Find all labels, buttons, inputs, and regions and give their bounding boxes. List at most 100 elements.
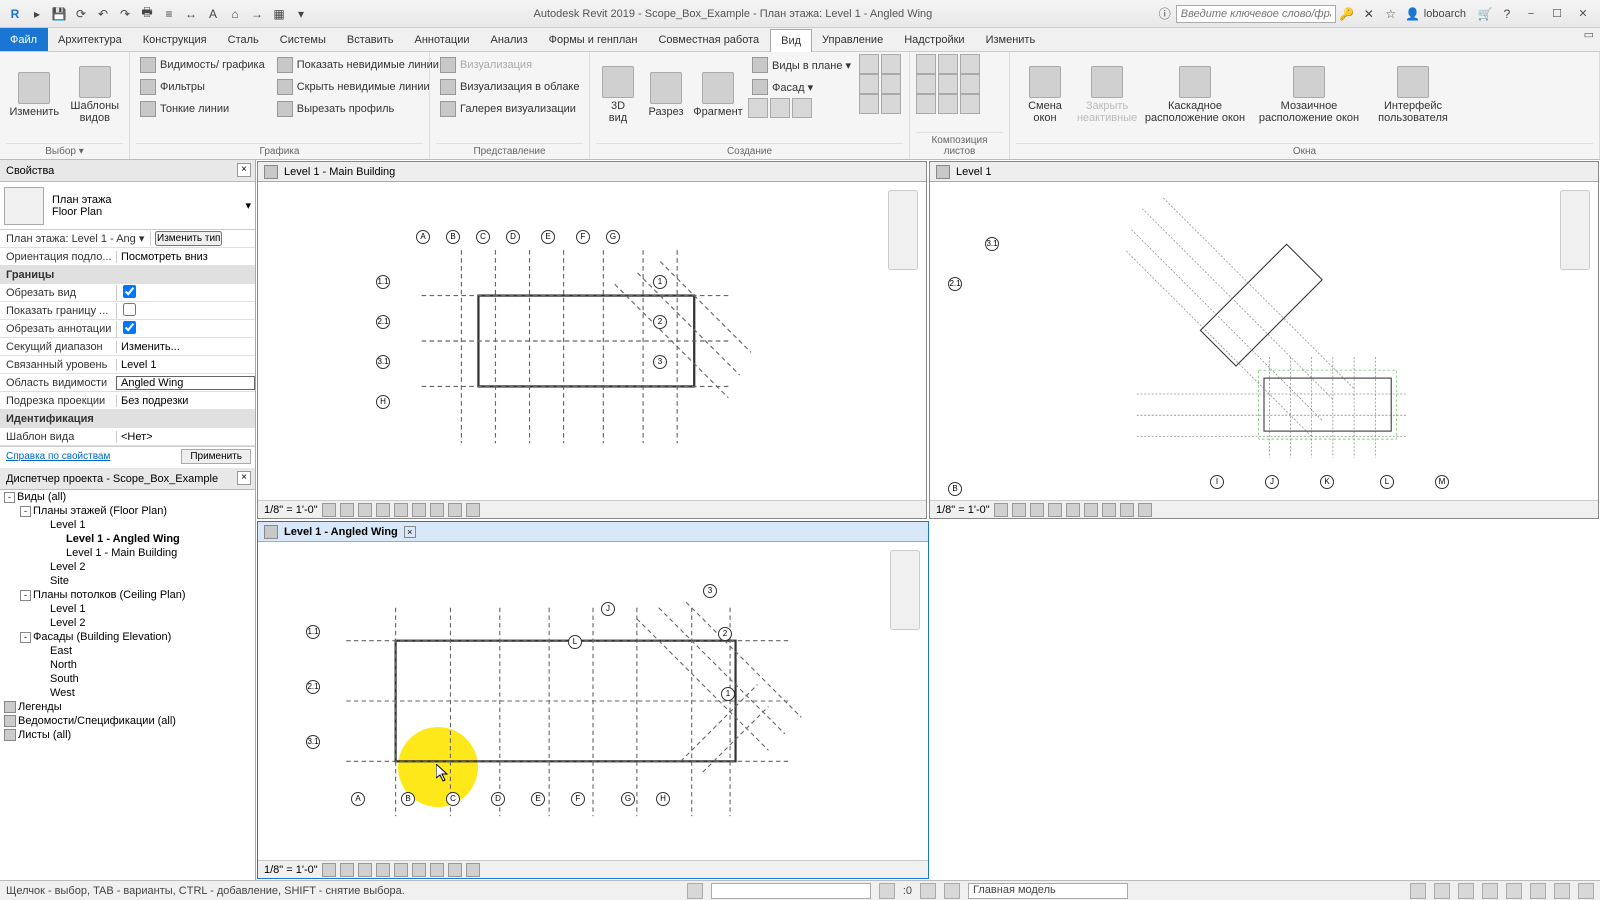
more-icon[interactable]: ▾: [292, 5, 310, 23]
vc1[interactable]: [322, 503, 336, 517]
prop-row[interactable]: Показать границу ...: [0, 302, 255, 320]
search-input[interactable]: [1176, 5, 1336, 23]
modify-button[interactable]: Изменить: [6, 54, 63, 136]
apply-button[interactable]: Применить: [181, 449, 251, 464]
vc6[interactable]: [1084, 503, 1098, 517]
sb-r2[interactable]: [1434, 883, 1450, 899]
sb-r3[interactable]: [1458, 883, 1474, 899]
tab-manage[interactable]: Управление: [812, 28, 894, 51]
tree-item[interactable]: Level 1: [0, 518, 255, 532]
canvas-level1[interactable]: 3.1 2.1 3 2 1 C D E F G H I J K L M B: [930, 182, 1598, 500]
props-close-icon[interactable]: ×: [237, 163, 251, 177]
expand-icon[interactable]: -: [20, 590, 31, 601]
vc1[interactable]: [322, 863, 336, 877]
sb-ico3[interactable]: [920, 883, 936, 899]
minimize-button[interactable]: −: [1518, 5, 1544, 23]
render-button[interactable]: Визуализация: [436, 54, 584, 76]
scale-label[interactable]: 1/8" = 1'-0": [936, 504, 990, 516]
ico-e[interactable]: [881, 54, 901, 74]
ico-i[interactable]: [881, 94, 901, 114]
prop-checkbox[interactable]: [123, 285, 136, 298]
ico-f[interactable]: [859, 74, 879, 94]
sb-ico2[interactable]: [879, 883, 895, 899]
tree-item[interactable]: Легенды: [0, 700, 255, 714]
ico-a[interactable]: [748, 98, 768, 118]
user-name[interactable]: loboarch: [1424, 8, 1466, 20]
undo-icon[interactable]: ↶: [94, 5, 112, 23]
vc5[interactable]: [394, 503, 408, 517]
vc6[interactable]: [412, 503, 426, 517]
ico-b[interactable]: [770, 98, 790, 118]
tree-item[interactable]: -Фасады (Building Elevation): [0, 630, 255, 644]
vc9[interactable]: [1138, 503, 1152, 517]
elevation-button[interactable]: Фасад ▾: [748, 76, 855, 98]
ico-l[interactable]: [960, 54, 980, 74]
thin-lines-button[interactable]: Тонкие линии: [136, 98, 269, 120]
ico-o[interactable]: [960, 74, 980, 94]
vc7[interactable]: [430, 863, 444, 877]
render-gallery-button[interactable]: Галерея визуализации: [436, 98, 584, 120]
prop-row[interactable]: Обрезать аннотации: [0, 320, 255, 338]
show-hidden-button[interactable]: Показать невидимые линии: [273, 54, 443, 76]
scale-label[interactable]: 1/8" = 1'-0": [264, 864, 318, 876]
ribbon-collapse-icon[interactable]: ▭: [1578, 28, 1600, 51]
close-inactive-button[interactable]: Закрыть неактивные: [1078, 54, 1136, 136]
prop-checkbox[interactable]: [123, 321, 136, 334]
tree-item[interactable]: Ведомости/Спецификации (all): [0, 714, 255, 728]
tree-item[interactable]: -Планы потолков (Ceiling Plan): [0, 588, 255, 602]
ico-k[interactable]: [938, 54, 958, 74]
key-icon[interactable]: 🔑: [1338, 5, 1356, 23]
main-model-combo[interactable]: Главная модель: [968, 883, 1128, 899]
tab-steel[interactable]: Сталь: [218, 28, 270, 51]
cloud-render-button[interactable]: Визуализация в облаке: [436, 76, 584, 98]
vc7[interactable]: [430, 503, 444, 517]
vc8[interactable]: [448, 863, 462, 877]
filters-button[interactable]: Фильтры: [136, 76, 269, 98]
sb-r8[interactable]: [1578, 883, 1594, 899]
expand-icon[interactable]: -: [20, 632, 31, 643]
vc7[interactable]: [1102, 503, 1116, 517]
vc2[interactable]: [340, 503, 354, 517]
prop-row[interactable]: Ориентация подло...Посмотреть вниз: [0, 248, 255, 266]
tab-analysis[interactable]: Анализ: [480, 28, 538, 51]
vc9[interactable]: [466, 863, 480, 877]
tree-item[interactable]: Level 2: [0, 560, 255, 574]
3dview-button[interactable]: 3D вид: [596, 54, 640, 136]
prop-row[interactable]: Идентификация: [0, 410, 255, 428]
tab-collab[interactable]: Совместная работа: [648, 28, 770, 51]
vc4[interactable]: [376, 503, 390, 517]
prop-row[interactable]: Обрезать вид: [0, 284, 255, 302]
dim-icon[interactable]: ↔: [182, 5, 200, 23]
house-icon[interactable]: ⌂: [226, 5, 244, 23]
tab-annot[interactable]: Аннотации: [405, 28, 481, 51]
vc6[interactable]: [412, 863, 426, 877]
section-button[interactable]: Разрез: [644, 54, 688, 136]
vc4[interactable]: [376, 863, 390, 877]
star-icon[interactable]: ☆: [1382, 5, 1400, 23]
cascade-button[interactable]: Каскадное расположение окон: [1140, 54, 1250, 136]
sb-r5[interactable]: [1506, 883, 1522, 899]
vc8[interactable]: [1120, 503, 1134, 517]
info-icon[interactable]: ⓘ: [1156, 5, 1174, 23]
open-icon[interactable]: ▸: [28, 5, 46, 23]
vc2[interactable]: [1012, 503, 1026, 517]
prop-row[interactable]: Область видимостиAngled Wing: [0, 374, 255, 392]
vc3[interactable]: [358, 863, 372, 877]
sb-ico1[interactable]: [687, 883, 703, 899]
maximize-button[interactable]: ☐: [1544, 5, 1570, 23]
ico-j[interactable]: [916, 54, 936, 74]
view-templates-button[interactable]: Шаблоны видов: [67, 54, 124, 136]
tab-massing[interactable]: Формы и генплан: [539, 28, 649, 51]
properties-type-selector[interactable]: План этажаFloor Plan ▾: [0, 182, 255, 230]
ico-n[interactable]: [938, 74, 958, 94]
tree-item[interactable]: Level 2: [0, 616, 255, 630]
callout-button[interactable]: Фрагмент: [692, 54, 744, 136]
close-button[interactable]: ✕: [1570, 5, 1596, 23]
nav-cube[interactable]: [1560, 190, 1590, 270]
sb-r4[interactable]: [1482, 883, 1498, 899]
tab-modify[interactable]: Изменить: [976, 28, 1047, 51]
tree-item[interactable]: Site: [0, 574, 255, 588]
sync2-icon[interactable]: ✕: [1360, 5, 1378, 23]
tab-insert[interactable]: Вставить: [337, 28, 405, 51]
expand-icon[interactable]: -: [20, 506, 31, 517]
